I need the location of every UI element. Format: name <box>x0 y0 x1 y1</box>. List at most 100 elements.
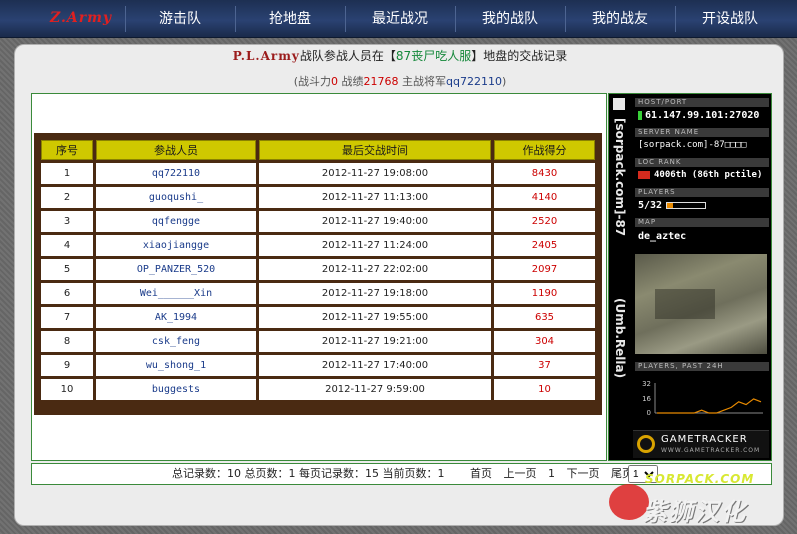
records-table: 序号 参战人员 最后交战时间 作战得分 1 qq722110 2012-11-27 … <box>38 137 598 403</box>
row-member-name[interactable]: buggests <box>96 379 256 400</box>
table-row: 8 csk_feng 2012-11-27 19:21:00 304 <box>41 331 595 352</box>
table-row: 2 guoqushi_ 2012-11-27 11:13:00 4140 <box>41 187 595 208</box>
watermark-line-1: SORPACK.COM <box>645 472 755 486</box>
watermark-line-2: 紫狮汉化 <box>643 498 747 526</box>
players-history-label: PLAYERS, PAST 24H <box>635 362 769 371</box>
power-value: 0 <box>331 75 339 88</box>
row-last-battle-time: 2012-11-27 19:40:00 <box>259 211 491 232</box>
server-label: SERVER NAME <box>635 128 769 137</box>
row-score: 304 <box>494 331 595 352</box>
table-row: 10 buggests 2012-11-27 9:59:00 10 <box>41 379 595 400</box>
nav-separator <box>345 6 346 32</box>
general-label: 主战将军 <box>402 75 447 88</box>
nav-item-guerrilla[interactable]: 游击队 <box>130 0 230 38</box>
nav-separator <box>675 6 676 32</box>
power-label: 战斗力 <box>298 75 332 88</box>
row-last-battle-time: 2012-11-27 22:02:00 <box>259 259 491 280</box>
row-number: 9 <box>41 355 93 376</box>
row-last-battle-time: 2012-11-27 19:55:00 <box>259 307 491 328</box>
chart-tick-0: 0 <box>647 409 651 417</box>
row-member-name[interactable]: wu_shong_1 <box>96 355 256 376</box>
map-thumbnail <box>635 254 767 354</box>
row-member-name[interactable]: qq722110 <box>96 163 256 184</box>
row-last-battle-time: 2012-11-27 19:18:00 <box>259 283 491 304</box>
first-page-link[interactable]: 首页 <box>470 467 492 480</box>
sorpack-watermark: SORPACK.COM 紫狮汉化 <box>605 470 795 532</box>
nav-item-my-friends[interactable]: 我的战友 <box>570 0 670 38</box>
main-panel: P.L.Army战队参战人员在【87丧尸吃人服】地盘的交战记录 (战斗力0 战绩… <box>14 44 784 526</box>
gametracker-banner[interactable]: GAMETRACKER WWW.GAMETRACKER.COM <box>633 430 769 458</box>
nav-item-create-team[interactable]: 开设战队 <box>680 0 780 38</box>
gametracker-widget[interactable]: [sorpack.com]-87 (Umb.Rella) HOST/PORT 6… <box>608 93 772 461</box>
rank-value: 4006th (86th pctile) <box>635 170 769 180</box>
rank-label: LOC RANK <box>635 158 769 167</box>
table-row: 7 AK_1994 2012-11-27 19:55:00 635 <box>41 307 595 328</box>
map-value: de_aztec <box>638 231 687 242</box>
prev-page-link[interactable]: 上一页 <box>504 467 537 480</box>
nav-separator <box>455 6 456 32</box>
map-label: MAP <box>635 218 769 227</box>
online-indicator-icon <box>638 110 642 120</box>
row-member-name[interactable]: Wei______Xin <box>96 283 256 304</box>
col-header-member: 参战人员 <box>96 140 256 160</box>
row-score: 2097 <box>494 259 595 280</box>
row-number: 1 <box>41 163 93 184</box>
row-member-name[interactable]: AK_1994 <box>96 307 256 328</box>
row-last-battle-time: 2012-11-27 17:40:00 <box>259 355 491 376</box>
row-score: 2405 <box>494 235 595 256</box>
players-progress-bar <box>666 201 707 209</box>
row-score: 37 <box>494 355 595 376</box>
records-table-wrap: 序号 参战人员 最后交战时间 作战得分 1 qq722110 2012-11-27 … <box>34 133 602 415</box>
site-logo[interactable]: Z.Army <box>50 10 112 26</box>
row-score: 635 <box>494 307 595 328</box>
players-label: PLAYERS <box>635 188 769 197</box>
row-number: 5 <box>41 259 93 280</box>
players-history-chart: 32 16 0 <box>635 377 767 419</box>
nav-separator <box>125 6 126 32</box>
gametracker-url: WWW.GAMETRACKER.COM <box>661 447 761 454</box>
row-number: 3 <box>41 211 93 232</box>
row-member-name[interactable]: xiaojiangge <box>96 235 256 256</box>
nav-item-recent-battles[interactable]: 最近战况 <box>350 0 450 38</box>
army-name: P.L.Army <box>232 49 300 63</box>
top-nav: Z.Army 游击队 抢地盘 最近战况 我的战队 我的战友 开设战队 <box>0 0 797 38</box>
nav-item-my-team[interactable]: 我的战队 <box>460 0 560 38</box>
vertical-title-2: (Umb.Rella) <box>613 298 627 379</box>
row-number: 7 <box>41 307 93 328</box>
server-vertical-title: [sorpack.com]-87 (Umb.Rella) <box>611 98 633 398</box>
team-summary: (战斗力0 战绩21768 主战将军qq722110) <box>293 75 507 88</box>
row-member-name[interactable]: csk_feng <box>96 331 256 352</box>
table-row: 6 Wei______Xin 2012-11-27 19:18:00 1190 <box>41 283 595 304</box>
row-last-battle-time: 2012-11-27 9:59:00 <box>259 379 491 400</box>
table-row: 9 wu_shong_1 2012-11-27 17:40:00 37 <box>41 355 595 376</box>
row-member-name[interactable]: qqfengge <box>96 211 256 232</box>
col-header-last-time: 最后交战时间 <box>259 140 491 160</box>
next-page-link[interactable]: 下一页 <box>567 467 600 480</box>
china-flag-icon <box>638 170 650 179</box>
gametracker-brand: GAMETRACKER <box>661 434 748 445</box>
title-text-before: 战队参战人员在【 <box>299 49 396 63</box>
page-title: P.L.Army战队参战人员在【87丧尸吃人服】地盘的交战记录 <box>15 47 785 65</box>
row-number: 10 <box>41 379 93 400</box>
chart-tick-16: 16 <box>642 395 651 403</box>
title-text-after: 】地盘的交战记录 <box>471 49 568 63</box>
col-header-score: 作战得分 <box>494 140 595 160</box>
table-row: 3 qqfengge 2012-11-27 19:40:00 2520 <box>41 211 595 232</box>
general-value: qq722110 <box>446 75 502 88</box>
nav-item-territory[interactable]: 抢地盘 <box>240 0 340 38</box>
records-body: 1 qq722110 2012-11-27 19:08:00 8430 2 guoqush… <box>41 163 595 400</box>
chart-tick-32: 32 <box>642 380 651 388</box>
table-row: 1 qq722110 2012-11-27 19:08:00 8430 <box>41 163 595 184</box>
row-member-name[interactable]: OP_PANZER_520 <box>96 259 256 280</box>
gametracker-logo-icon <box>637 435 655 453</box>
vertical-title-1: [sorpack.com]-87 <box>613 118 627 237</box>
row-number: 4 <box>41 235 93 256</box>
col-header-no: 序号 <box>41 140 93 160</box>
page-number-link[interactable]: 1 <box>548 467 555 480</box>
row-score: 10 <box>494 379 595 400</box>
row-last-battle-time: 2012-11-27 19:21:00 <box>259 331 491 352</box>
nav-separator <box>235 6 236 32</box>
table-row: 5 OP_PANZER_520 2012-11-27 22:02:00 2097 <box>41 259 595 280</box>
row-score: 1190 <box>494 283 595 304</box>
row-member-name[interactable]: guoqushi_ <box>96 187 256 208</box>
